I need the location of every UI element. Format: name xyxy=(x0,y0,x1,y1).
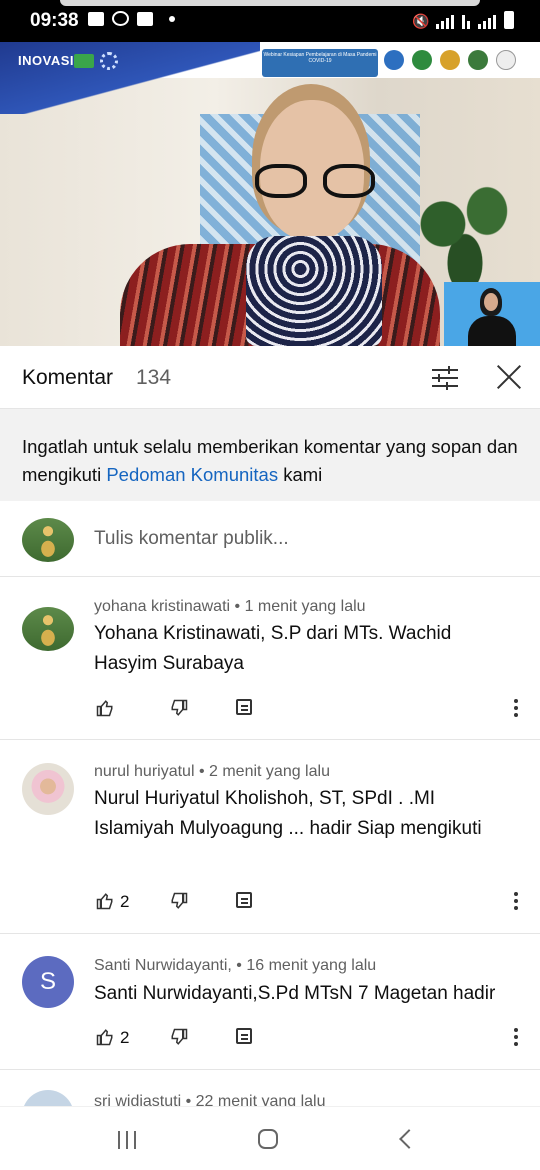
add-comment-row[interactable]: Tulis komentar publik... xyxy=(0,501,540,577)
reply-icon[interactable] xyxy=(236,699,252,715)
comment-item: yohana kristinawati • 1 menit yang lalu … xyxy=(0,577,540,740)
back-icon[interactable] xyxy=(399,1129,419,1149)
gallery-icon xyxy=(88,11,104,26)
message-icon xyxy=(137,11,153,26)
battery-icon xyxy=(504,11,514,29)
reply-icon[interactable] xyxy=(236,892,252,908)
avatar xyxy=(22,518,74,562)
more-options-icon[interactable] xyxy=(514,1028,518,1046)
dislike-icon[interactable] xyxy=(170,892,188,910)
video-player[interactable]: INOVASI Webinar Kesiapan Pembelajaran di… xyxy=(0,42,540,346)
dislike-icon[interactable] xyxy=(170,699,188,717)
data-icon xyxy=(462,13,470,29)
recent-apps-icon[interactable] xyxy=(118,1131,138,1149)
comment-text: Santi Nurwidayanti,S.Pd MTsN 7 Magetan h… xyxy=(94,983,496,1004)
community-guidelines-link[interactable]: Pedoman Komunitas xyxy=(106,464,278,485)
reply-icon[interactable] xyxy=(236,1028,252,1044)
status-bar: 09:38 🔇 xyxy=(0,0,540,42)
speaker xyxy=(120,76,440,346)
partner-logo-icon xyxy=(440,50,460,70)
comments-title: Komentar xyxy=(22,366,114,389)
signal-icon xyxy=(478,13,496,29)
partner-logo-icon xyxy=(496,50,516,70)
comment-author[interactable]: Santi Nurwidayanti, xyxy=(94,957,232,974)
like-icon[interactable] xyxy=(96,892,114,910)
avatar[interactable]: S xyxy=(22,956,74,1008)
sort-sliders-icon[interactable] xyxy=(432,366,458,390)
comment-input[interactable]: Tulis komentar publik... xyxy=(94,528,289,550)
like-icon[interactable] xyxy=(96,699,114,717)
like-count: 2 xyxy=(120,1028,130,1047)
signal-icon xyxy=(436,13,454,29)
community-guidelines-notice: Ingatlah untuk selalu memberikan komenta… xyxy=(0,409,540,501)
comment-author[interactable]: yohana kristinawati xyxy=(94,598,230,615)
like-count: 2 xyxy=(120,892,130,911)
dislike-icon[interactable] xyxy=(170,1028,188,1046)
brand-logo: INOVASI xyxy=(18,53,74,68)
sign-language-interpreter xyxy=(444,282,540,346)
whatsapp-icon xyxy=(112,11,129,26)
comment-text: Nurul Huriyatul Kholishoh, ST, SPdI . .M… xyxy=(94,788,482,839)
partner-logo-icon xyxy=(74,54,94,68)
avatar[interactable] xyxy=(22,763,74,815)
home-icon[interactable] xyxy=(258,1129,278,1149)
comments-header: Komentar 134 xyxy=(0,346,540,409)
close-icon[interactable] xyxy=(496,364,522,390)
comment-meta: Santi Nurwidayanti, • 16 menit yang lalu xyxy=(94,957,377,974)
partner-logos xyxy=(384,50,516,70)
comment-text: Yohana Kristinawati, S.P dari MTs. Wachi… xyxy=(94,623,452,674)
status-pill xyxy=(60,0,480,6)
like-icon[interactable] xyxy=(96,1028,114,1046)
more-options-icon[interactable] xyxy=(514,892,518,910)
guidelines-text-end: kami xyxy=(278,464,323,485)
partner-logo-icon xyxy=(412,50,432,70)
comments-count: 134 xyxy=(136,366,172,389)
avatar[interactable] xyxy=(22,607,74,651)
partner-logo-icon xyxy=(384,50,404,70)
comment-item: nurul huriyatul • 2 menit yang lalu Nuru… xyxy=(0,740,540,934)
partner-logo-icon xyxy=(100,52,118,70)
notification-icons xyxy=(88,11,175,26)
more-options-icon[interactable] xyxy=(514,699,518,717)
comment-author[interactable]: nurul huriyatul xyxy=(94,763,195,780)
comment-item: S Santi Nurwidayanti, • 16 menit yang la… xyxy=(0,934,540,1070)
system-icons: 🔇 xyxy=(412,11,514,29)
mute-icon: 🔇 xyxy=(412,13,430,29)
comment-meta: yohana kristinawati • 1 menit yang lalu xyxy=(94,598,366,615)
comment-time: 1 menit yang lalu xyxy=(244,598,366,615)
comment-time: 2 menit yang lalu xyxy=(209,763,330,780)
comment-time: 16 menit yang lalu xyxy=(246,957,377,974)
webinar-title: Webinar Kesiapan Pembelajaran di Masa Pa… xyxy=(262,49,378,77)
comment-meta: nurul huriyatul • 2 menit yang lalu xyxy=(94,763,330,780)
navigation-bar xyxy=(0,1106,540,1170)
dot-icon xyxy=(169,15,175,22)
status-time: 09:38 xyxy=(30,10,79,31)
partner-logo-icon xyxy=(468,50,488,70)
